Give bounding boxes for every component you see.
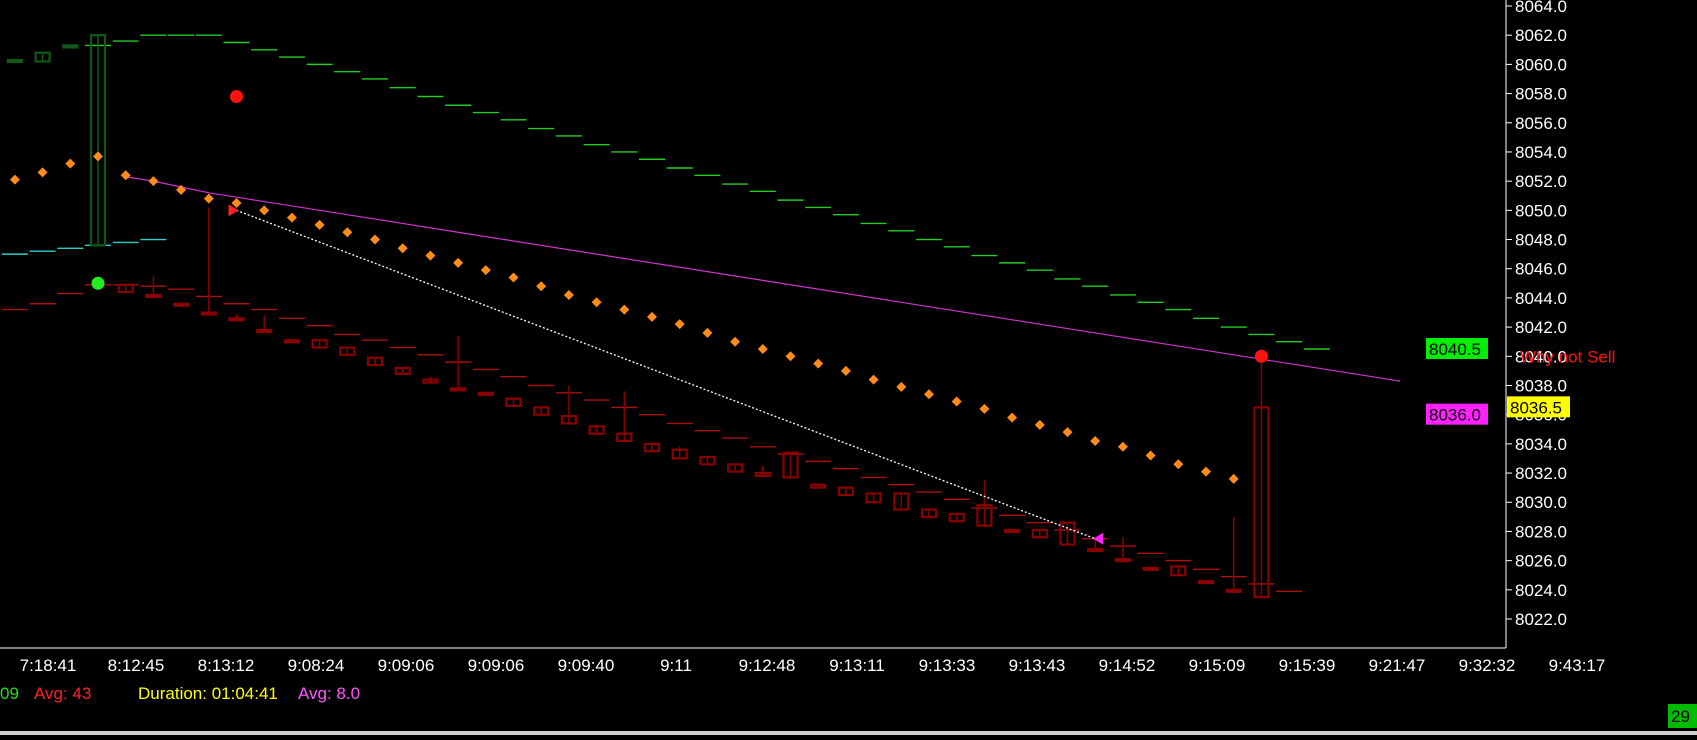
time-tick-label: 9:09:06	[378, 656, 435, 675]
time-tick-label: 9:13:11	[829, 656, 884, 675]
price-tag-label: 8036.5	[1510, 398, 1562, 417]
signal-dot	[230, 89, 243, 103]
status-item: Avg: 43	[34, 684, 91, 703]
time-tick-label: 9:12:48	[739, 656, 796, 675]
status-item: Avg: 8.0	[298, 684, 360, 703]
time-tick-label: 9:14:52	[1099, 656, 1156, 675]
price-tick-label: 8042.0	[1515, 318, 1567, 337]
time-tick-label: 9:32:32	[1459, 656, 1516, 675]
candle-body[interactable]	[1197, 579, 1215, 585]
corner-badge-label: 29	[1671, 707, 1690, 726]
signal-dot	[1254, 349, 1268, 363]
chart-area[interactable]: 8022.0 8024.0 8026.0 8028.0 8030.0 8032.0 8034…	[0, 0, 1697, 735]
candle-body[interactable]	[1114, 558, 1132, 563]
price-tick-label: 8032.0	[1515, 464, 1567, 483]
time-tick-label: 8:13:12	[198, 656, 255, 675]
candle-body[interactable]	[1142, 566, 1159, 572]
candle-body[interactable]	[1087, 547, 1104, 553]
price-tick-label: 8026.0	[1515, 552, 1567, 571]
candle-body[interactable]	[1003, 528, 1021, 534]
candle-body[interactable]	[200, 311, 217, 316]
price-tick-label: 8030.0	[1515, 493, 1567, 512]
time-tick-label: 9:15:39	[1279, 656, 1336, 675]
price-tick-label: 8044.0	[1515, 289, 1567, 308]
price-tick-label: 8062.0	[1515, 26, 1567, 45]
price-tick-label: 8064.0	[1515, 0, 1567, 16]
candle-body[interactable]	[1225, 588, 1242, 593]
price-tick-label: 8060.0	[1515, 55, 1567, 74]
time-tick-label: 9:13:43	[1009, 656, 1066, 675]
candle-body[interactable]	[145, 293, 162, 299]
time-tick-label: 9:11	[660, 656, 692, 675]
candle-body[interactable]	[477, 391, 494, 396]
signal-dot	[91, 276, 105, 290]
status-item: 09	[0, 684, 19, 703]
price-tick-label: 8034.0	[1515, 435, 1567, 454]
time-tick-label: 9:08:24	[288, 656, 345, 675]
price-tick-label: 8054.0	[1515, 143, 1567, 162]
price-tick-label: 8028.0	[1515, 522, 1567, 541]
price-tick-label: 8022.0	[1515, 610, 1567, 629]
candle-body[interactable]	[6, 58, 24, 64]
candle-body[interactable]	[228, 317, 245, 322]
price-tick-label: 8052.0	[1515, 172, 1567, 191]
price-tick-label: 8024.0	[1515, 581, 1567, 600]
time-tick-label: 7:18:41	[20, 656, 77, 675]
price-tag-label: 8040.5	[1429, 340, 1481, 359]
price-tick-label: 8056.0	[1515, 114, 1567, 133]
scrollbar-strip[interactable]	[0, 731, 1697, 735]
time-tick-label: 9:09:40	[558, 656, 615, 675]
candle-body[interactable]	[62, 44, 79, 49]
price-tick-label: 8038.0	[1515, 376, 1567, 395]
time-tick-label: 8:12:45	[108, 656, 165, 675]
time-tick-label: 9:43:17	[1549, 656, 1606, 675]
price-tag-label: 8036.0	[1429, 406, 1481, 425]
time-tick-label: 9:13:33	[919, 656, 976, 675]
chart-background	[0, 0, 1697, 735]
price-tick-label: 8046.0	[1515, 260, 1567, 279]
time-tick-label: 9:09:06	[468, 656, 525, 675]
price-tick-label: 8048.0	[1515, 231, 1567, 250]
candle-body[interactable]	[283, 339, 300, 344]
status-item: Duration: 01:04:41	[138, 684, 278, 703]
annotation-text: Why not Sell	[1520, 347, 1615, 366]
price-axis[interactable]: 8022.0 8024.0 8026.0 8028.0 8030.0 8032.0 8034…	[1505, 0, 1567, 648]
price-tick-label: 8050.0	[1515, 201, 1567, 220]
candle-body[interactable]	[450, 387, 467, 392]
candlestick-chart[interactable]: 8022.0 8024.0 8026.0 8028.0 8030.0 8032.0 8034…	[0, 0, 1697, 735]
time-tick-label: 9:15:09	[1189, 656, 1246, 675]
candle-body[interactable]	[173, 302, 190, 307]
price-tick-label: 8058.0	[1515, 85, 1567, 104]
time-tick-label: 9:21:47	[1369, 656, 1426, 675]
candle-body[interactable]	[256, 328, 273, 334]
